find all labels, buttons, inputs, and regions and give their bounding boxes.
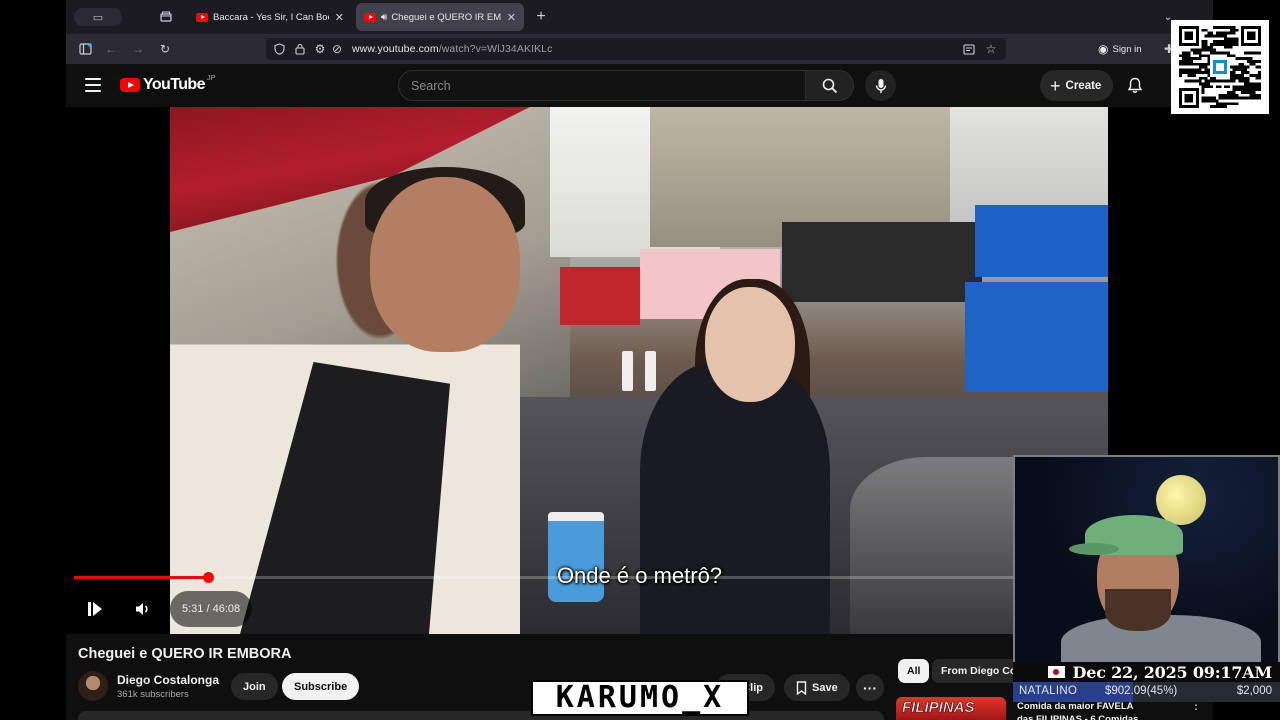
current-time: 5:31 [182, 603, 204, 615]
goal-name: NATALINO [1019, 685, 1078, 697]
forward-button[interactable]: → [129, 40, 147, 58]
url-host: www.youtube.com [352, 43, 439, 55]
tab-title: Cheguei e QUERO IR EMBO [391, 11, 501, 23]
video-title: Cheguei e QUERO IR EMBORA [78, 646, 292, 662]
reader-view-icon[interactable] [960, 40, 978, 58]
arrow-left-icon: ← [105, 42, 117, 56]
url-text: www.youtube.com/watch?v=WlJ34AKIKLc [352, 43, 552, 55]
bookmark-icon [796, 680, 807, 695]
subscriber-count: 361k subscribers [117, 689, 189, 700]
create-label: Create [1065, 79, 1102, 92]
youtube-play-icon [120, 78, 140, 92]
pause-indicator-icon [622, 351, 656, 391]
autoplay-blocked-icon[interactable]: ⊘ [328, 40, 346, 58]
navigation-toolbar: ← → ↻ ⚙︎ ⊘ www.youtube.com/watch?v=WlJ34… [66, 34, 1213, 64]
watermark-text: KARUMO_X [555, 680, 725, 715]
qr-code [1171, 20, 1269, 114]
notifications-button[interactable] [1124, 74, 1146, 96]
folder-icon [160, 11, 172, 22]
progress-played [74, 576, 208, 579]
time-display: 5:31 / 46:08 [170, 591, 253, 627]
play-pause-icon [88, 602, 102, 616]
more-actions-button[interactable]: ··· [856, 674, 884, 701]
save-button[interactable]: Save [784, 674, 850, 701]
japan-flag-icon [1047, 666, 1065, 678]
sidebar-panel-button[interactable] [76, 40, 94, 58]
datetime-text: Dec 22, 2025 09:17AM [1072, 662, 1273, 682]
shield-icon[interactable] [270, 40, 288, 58]
tab-baccara[interactable]: Baccara - Yes Sir, I Can Boogie ✕ [188, 3, 352, 31]
youtube-favicon-icon [364, 12, 376, 22]
sidebar-icon: ▭ [92, 11, 104, 24]
duration: 46:08 [212, 603, 241, 615]
youtube-wordmark: YouTube [143, 76, 205, 93]
create-button[interactable]: + Create [1040, 70, 1114, 101]
speaker-icon[interactable]: 🔊︎ [381, 12, 387, 23]
chip-from-channel[interactable]: From Diego Co [932, 659, 1026, 683]
sidebar-toggle-button[interactable]: ▭ [74, 8, 122, 26]
mute-button[interactable] [122, 588, 164, 630]
bell-icon [1127, 77, 1143, 93]
avatar[interactable] [78, 671, 108, 701]
search-input[interactable] [399, 71, 805, 100]
close-icon[interactable]: ✕ [335, 11, 344, 24]
goal-amount: $902.09(45%) [1105, 685, 1178, 697]
tab-manager-button[interactable] [156, 7, 176, 27]
search-button[interactable] [806, 70, 854, 101]
channel-name[interactable]: Diego Costalonga [117, 673, 219, 687]
microphone-icon [875, 78, 886, 93]
tab-title: Baccara - Yes Sir, I Can Boogie [213, 11, 329, 23]
sign-in-label: Sign in [1112, 43, 1142, 55]
youtube-masthead: YouTube JP + Create [66, 64, 1213, 107]
recommended-title[interactable]: Comida da maior FAVELA das FILIPINAS - 6… [1017, 700, 1147, 720]
recommended-thumbnail[interactable]: FILIPINAS [896, 697, 1006, 720]
account-icon: ◉ [1098, 42, 1109, 56]
lock-icon[interactable] [291, 40, 309, 58]
qr-code-image [1179, 26, 1261, 108]
donation-goal-bar: NATALINO $902.09(45%) $2,000 [1013, 682, 1280, 702]
streamer-watermark: KARUMO_X [531, 680, 749, 716]
reload-button[interactable]: ↻ [156, 40, 174, 58]
search-box [398, 70, 806, 101]
join-button[interactable]: Join [231, 673, 278, 700]
new-tab-button[interactable]: + [531, 7, 551, 27]
time-separator: / [203, 603, 213, 615]
youtube-logo[interactable]: YouTube JP [120, 72, 216, 94]
permissions-icon[interactable]: ⚙︎ [311, 40, 329, 58]
tab-strip: ▭ Baccara - Yes Sir, I Can Boogie ✕ 🔊︎ C… [66, 0, 1213, 34]
play-button[interactable] [74, 588, 116, 630]
subscribe-button[interactable]: Subscribe [282, 673, 360, 700]
arrow-right-icon: → [132, 42, 144, 56]
region-code: JP [206, 72, 216, 82]
search-icon [822, 78, 837, 93]
plus-icon: + [536, 8, 546, 25]
star-icon[interactable]: ☆ [982, 40, 1000, 58]
description-box[interactable] [78, 711, 884, 720]
thumbnail-text: FILIPINAS [902, 699, 975, 717]
tab-cheguei[interactable]: 🔊︎ Cheguei e QUERO IR EMBO ✕ [356, 3, 524, 31]
close-icon[interactable]: ✕ [507, 11, 516, 24]
webcam-overlay [1013, 455, 1280, 664]
back-button[interactable]: ← [102, 40, 120, 58]
panel-icon [78, 43, 92, 55]
plus-icon: + [1050, 75, 1061, 96]
scrubber-handle[interactable] [202, 572, 214, 583]
voice-search-button[interactable] [865, 70, 896, 101]
reload-icon: ↻ [159, 42, 171, 56]
datetime-overlay: Dec 22, 2025 09:17AM [1013, 662, 1280, 682]
youtube-favicon-icon [196, 12, 208, 22]
guide-menu-button[interactable] [84, 76, 102, 94]
url-path: /watch?v=WlJ34AKIKLc [438, 43, 553, 55]
volume-icon [136, 603, 148, 615]
address-bar[interactable]: ⚙︎ ⊘ www.youtube.com/watch?v=WlJ34AKIKLc… [266, 38, 1006, 60]
sign-in-button[interactable]: ◉ Sign in [1098, 40, 1142, 58]
save-label: Save [812, 681, 838, 694]
chip-all[interactable]: All [898, 659, 930, 683]
goal-target: $2,000 [1236, 685, 1272, 697]
